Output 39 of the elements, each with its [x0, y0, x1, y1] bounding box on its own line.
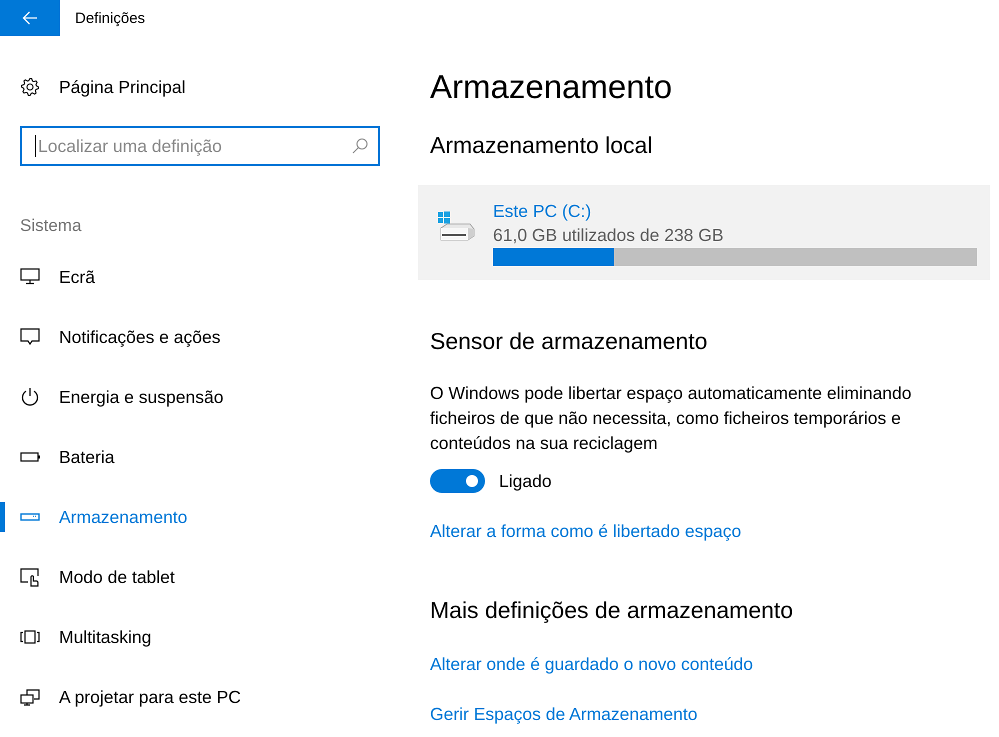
toggle-switch[interactable]	[430, 469, 485, 493]
two-monitors-icon	[20, 688, 40, 706]
hard-drive-icon	[437, 211, 475, 241]
search-field[interactable]: Localizar uma definição	[20, 126, 380, 166]
nav-item[interactable]: Bateria	[0, 427, 122, 487]
section-heading: Sistema	[20, 215, 82, 237]
nav-item[interactable]: Armazenamento	[0, 487, 196, 547]
nav-item[interactable]: Ecrã	[0, 247, 103, 307]
home-link[interactable]: Página Principal	[20, 67, 186, 107]
selection-indicator	[0, 502, 5, 532]
settings-link[interactable]: Alterar onde é guardado o novo conteúdo	[430, 652, 754, 676]
settings-link[interactable]: Alterar a forma como é libertado espaço	[430, 519, 742, 543]
nav-item[interactable]: Multitasking	[0, 607, 160, 667]
drive-usage-text: 61,0 GB utilizados de 238 GB	[493, 224, 724, 247]
text-cursor	[35, 135, 36, 157]
description-text: O Windows pode libertar espaço automaticamente eliminando ficheiros de que não necessita, como ficheiros temporários e conteúdos na sua reciclagem	[430, 382, 913, 455]
drive-card[interactable]: Este PC (C:) 61,0 GB utilizados de 238 GB	[418, 185, 990, 280]
section-heading: Armazenamento local	[430, 131, 652, 160]
window-title: Definições	[75, 10, 146, 26]
drive-icon	[20, 513, 40, 521]
left-arrow-icon	[22, 11, 38, 25]
tablet-hand-icon	[20, 568, 40, 586]
power-icon	[20, 387, 40, 407]
multitasking-icon	[20, 630, 40, 644]
nav-item[interactable]: Modo de tablet	[0, 547, 183, 607]
monitor-icon	[20, 268, 40, 286]
settings-link[interactable]: Gerir Espaços de Armazenamento	[430, 702, 698, 726]
search-icon[interactable]	[352, 138, 368, 154]
nav-item[interactable]: A projetar para este PC	[0, 667, 249, 727]
section-heading: Sensor de armazenamento	[430, 327, 708, 356]
battery-icon	[20, 452, 40, 462]
toggle-label: Ligado	[499, 470, 552, 492]
nav-item[interactable]: Notificações e ações	[0, 307, 228, 367]
drive-name: Este PC (C:)	[493, 200, 592, 223]
speech-bubble-icon	[20, 328, 40, 346]
gear-icon	[20, 77, 40, 97]
page-title: Armazenamento	[430, 67, 672, 107]
nav-item[interactable]: Energia e suspensão	[0, 367, 232, 427]
section-heading: Mais definições de armazenamento	[430, 596, 794, 625]
